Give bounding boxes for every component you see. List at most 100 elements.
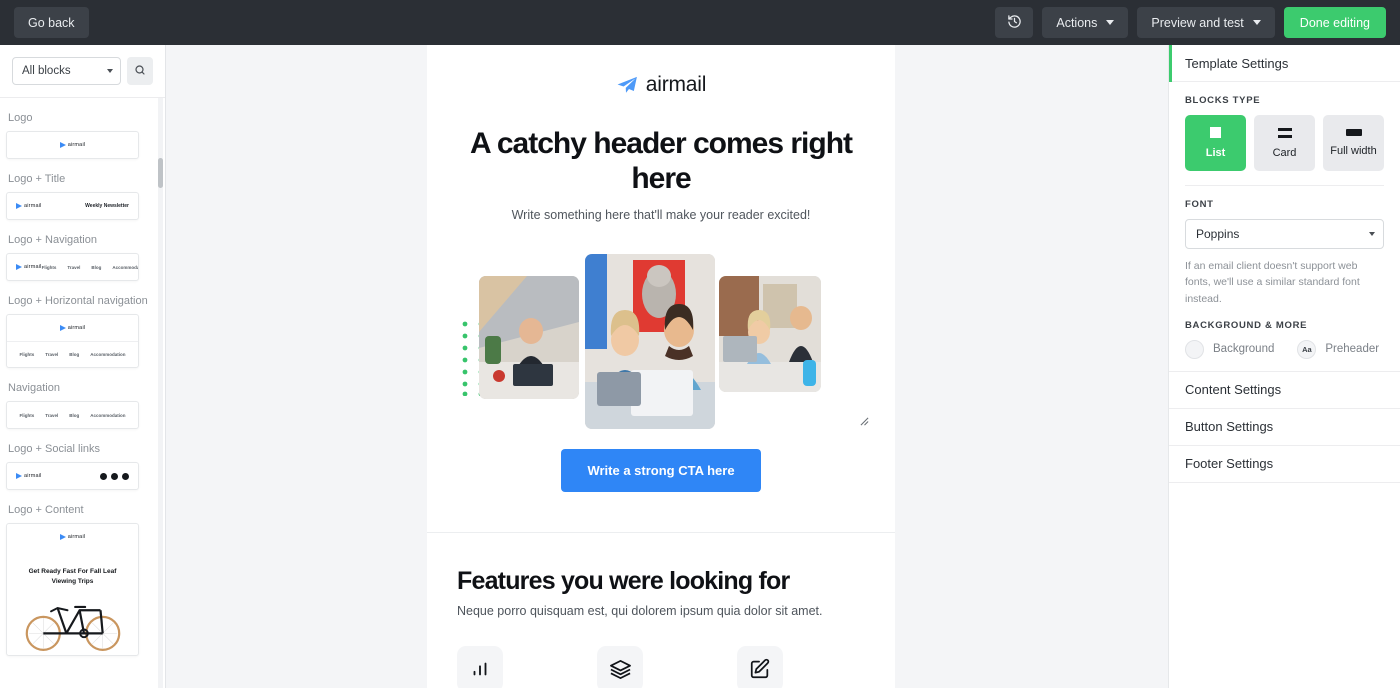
features-title[interactable]: Features you were looking for xyxy=(457,567,865,596)
actions-dropdown-button[interactable]: Actions xyxy=(1042,7,1129,38)
background-label: Background xyxy=(1213,343,1275,356)
block-thumbnail-logo[interactable]: airmail xyxy=(6,131,139,159)
nav-item: Blog xyxy=(69,412,80,418)
block-thumbnail-navigation[interactable]: Flights Travel Blog Accommodation xyxy=(6,401,139,429)
bicycle-illustration xyxy=(25,605,120,651)
background-color-swatch[interactable] xyxy=(1185,339,1204,359)
collage-photo-center[interactable] xyxy=(585,254,715,429)
email-features-block[interactable]: Features you were looking for Neque porr… xyxy=(427,533,895,688)
logo-text: airmail xyxy=(24,264,42,270)
search-blocks-button[interactable] xyxy=(127,57,153,85)
preheader-label: Preheader xyxy=(1325,343,1380,356)
email-hero-subtitle[interactable]: Write something here that'll make your r… xyxy=(457,208,865,222)
airmail-logo-mini: airmail xyxy=(59,142,86,148)
accordion-button-settings[interactable]: Button Settings xyxy=(1169,407,1400,445)
go-back-button[interactable]: Go back xyxy=(14,7,89,38)
font-select[interactable]: Poppins xyxy=(1185,219,1384,249)
nav-item: Flights xyxy=(19,412,35,418)
blocks-type-label-full-width: Full width xyxy=(1330,145,1377,157)
blocks-type-option-list[interactable]: List xyxy=(1185,115,1246,171)
blocks-filter-select[interactable]: All blocks xyxy=(12,57,121,85)
airmail-logo-mini: airmail xyxy=(59,325,86,331)
blocks-sidebar: All blocks Logo airmail Logo + Title air… xyxy=(0,45,166,688)
nav-item: Blog xyxy=(69,352,80,357)
features-subtitle[interactable]: Neque porro quisquam est, qui dolorem ip… xyxy=(457,604,865,618)
nav-item: Blog xyxy=(91,264,102,270)
nav-item: Flights xyxy=(19,352,35,357)
airmail-logo-mini: airmail xyxy=(16,473,42,479)
thumbnail-title: Weekly Newsletter xyxy=(85,203,129,209)
edit-square-icon xyxy=(737,646,783,688)
chevron-down-icon xyxy=(1252,20,1261,25)
blocks-scrollbar-thumb[interactable] xyxy=(158,158,163,188)
top-toolbar: Go back Actions Preview and test Done ed… xyxy=(0,0,1400,45)
feature-item-easy-customizable[interactable]: Easy customizable It is easy for anyone … xyxy=(737,646,865,688)
logo-text: airmail xyxy=(67,142,86,148)
collage-photo-right[interactable] xyxy=(719,276,821,392)
airmail-logo-mini: airmail xyxy=(59,534,86,540)
resize-handle-icon[interactable] xyxy=(860,417,869,426)
preheader-icon[interactable]: Aa xyxy=(1297,339,1317,359)
paper-plane-icon xyxy=(617,76,637,93)
history-undo-button[interactable] xyxy=(995,7,1034,38)
email-image-collage[interactable] xyxy=(461,244,869,429)
block-thumbnail-logo-horizontal-navigation[interactable]: airmail Flights Travel Blog Accommodatio… xyxy=(6,314,139,368)
email-hero-title[interactable]: A catchy header comes right here xyxy=(457,127,865,196)
paper-plane-icon xyxy=(16,203,22,209)
block-group-logo-content: Logo + Content airmail Get Ready Fast Fo… xyxy=(6,504,155,656)
facebook-icon xyxy=(100,472,107,480)
block-group-logo: Logo airmail xyxy=(6,112,155,159)
history-undo-icon xyxy=(1007,14,1022,32)
block-group-label: Logo + Social links xyxy=(8,443,101,455)
template-settings-body: BLOCKS TYPE List Card Full width FONT Po… xyxy=(1169,82,1400,359)
paper-plane-icon xyxy=(59,142,66,148)
square-icon xyxy=(1210,127,1221,138)
block-thumbnail-logo-social-links[interactable]: airmail xyxy=(6,462,139,490)
done-editing-button[interactable]: Done editing xyxy=(1283,7,1386,38)
font-value: Poppins xyxy=(1196,227,1240,241)
settings-divider xyxy=(1185,185,1384,186)
blocks-list[interactable]: Logo airmail Logo + Title airmail Weekly… xyxy=(0,98,165,688)
accordion-footer-settings[interactable]: Footer Settings xyxy=(1169,444,1400,482)
nav-item: Flights xyxy=(41,264,57,270)
nav-item: Accommodation xyxy=(90,352,126,357)
block-thumbnail-logo-navigation[interactable]: airmail Flights Travel Blog Accommodatio… xyxy=(6,253,139,281)
blocks-type-option-card[interactable]: Card xyxy=(1254,115,1315,171)
blocks-type-group: List Card Full width xyxy=(1185,115,1384,171)
email-header-block[interactable]: airmail A catchy header comes right here… xyxy=(427,45,895,532)
blocks-sidebar-header: All blocks xyxy=(0,45,165,98)
preview-and-test-dropdown-button[interactable]: Preview and test xyxy=(1137,7,1275,38)
paper-plane-icon xyxy=(59,534,66,540)
chevron-down-icon xyxy=(107,69,113,73)
settings-accordions: Content Settings Button Settings Footer … xyxy=(1169,370,1400,483)
logo-text: airmail xyxy=(24,473,42,479)
nav-item: Accommodation xyxy=(112,264,139,270)
bar-chart-icon xyxy=(457,646,503,688)
block-group-label: Logo + Title xyxy=(8,173,66,185)
nav-item: Travel xyxy=(67,264,81,270)
block-thumbnail-logo-title[interactable]: airmail Weekly Newsletter xyxy=(6,192,139,220)
logo-text: airmail xyxy=(24,203,42,209)
logo-text: airmail xyxy=(67,325,86,331)
logo-text: airmail xyxy=(67,534,86,540)
blocks-filter-value: All blocks xyxy=(22,65,71,77)
template-settings-header[interactable]: Template Settings xyxy=(1169,45,1400,82)
feature-item-clean-design[interactable]: Clean design We designed blocks that xyxy=(597,646,725,688)
features-grid: User analytics Analyze your metrics Clea… xyxy=(457,646,865,688)
nav-item: Travel xyxy=(45,352,59,357)
accordion-content-settings[interactable]: Content Settings xyxy=(1169,370,1400,408)
nav-item: Travel xyxy=(45,412,59,418)
chevron-down-icon xyxy=(1369,232,1375,236)
blocks-type-option-full-width[interactable]: Full width xyxy=(1323,115,1384,171)
background-more-label: BACKGROUND & MORE xyxy=(1185,319,1308,331)
font-label: FONT xyxy=(1185,199,1214,210)
block-thumbnail-logo-content[interactable]: airmail Get Ready Fast For Fall Leaf Vie… xyxy=(6,523,139,656)
blocks-type-label-card: Card xyxy=(1272,146,1297,159)
feature-item-user-analytics[interactable]: User analytics Analyze your metrics xyxy=(457,646,585,688)
social-icons-group xyxy=(100,472,129,480)
block-group-logo-horizontal-navigation: Logo + Horizontal navigation airmail Fli… xyxy=(6,295,155,368)
email-cta-button[interactable]: Write a strong CTA here xyxy=(561,449,761,492)
collage-photo-left[interactable] xyxy=(479,276,579,399)
block-group-label: Logo + Content xyxy=(8,504,84,516)
accordion-bottom-divider xyxy=(1169,481,1400,483)
